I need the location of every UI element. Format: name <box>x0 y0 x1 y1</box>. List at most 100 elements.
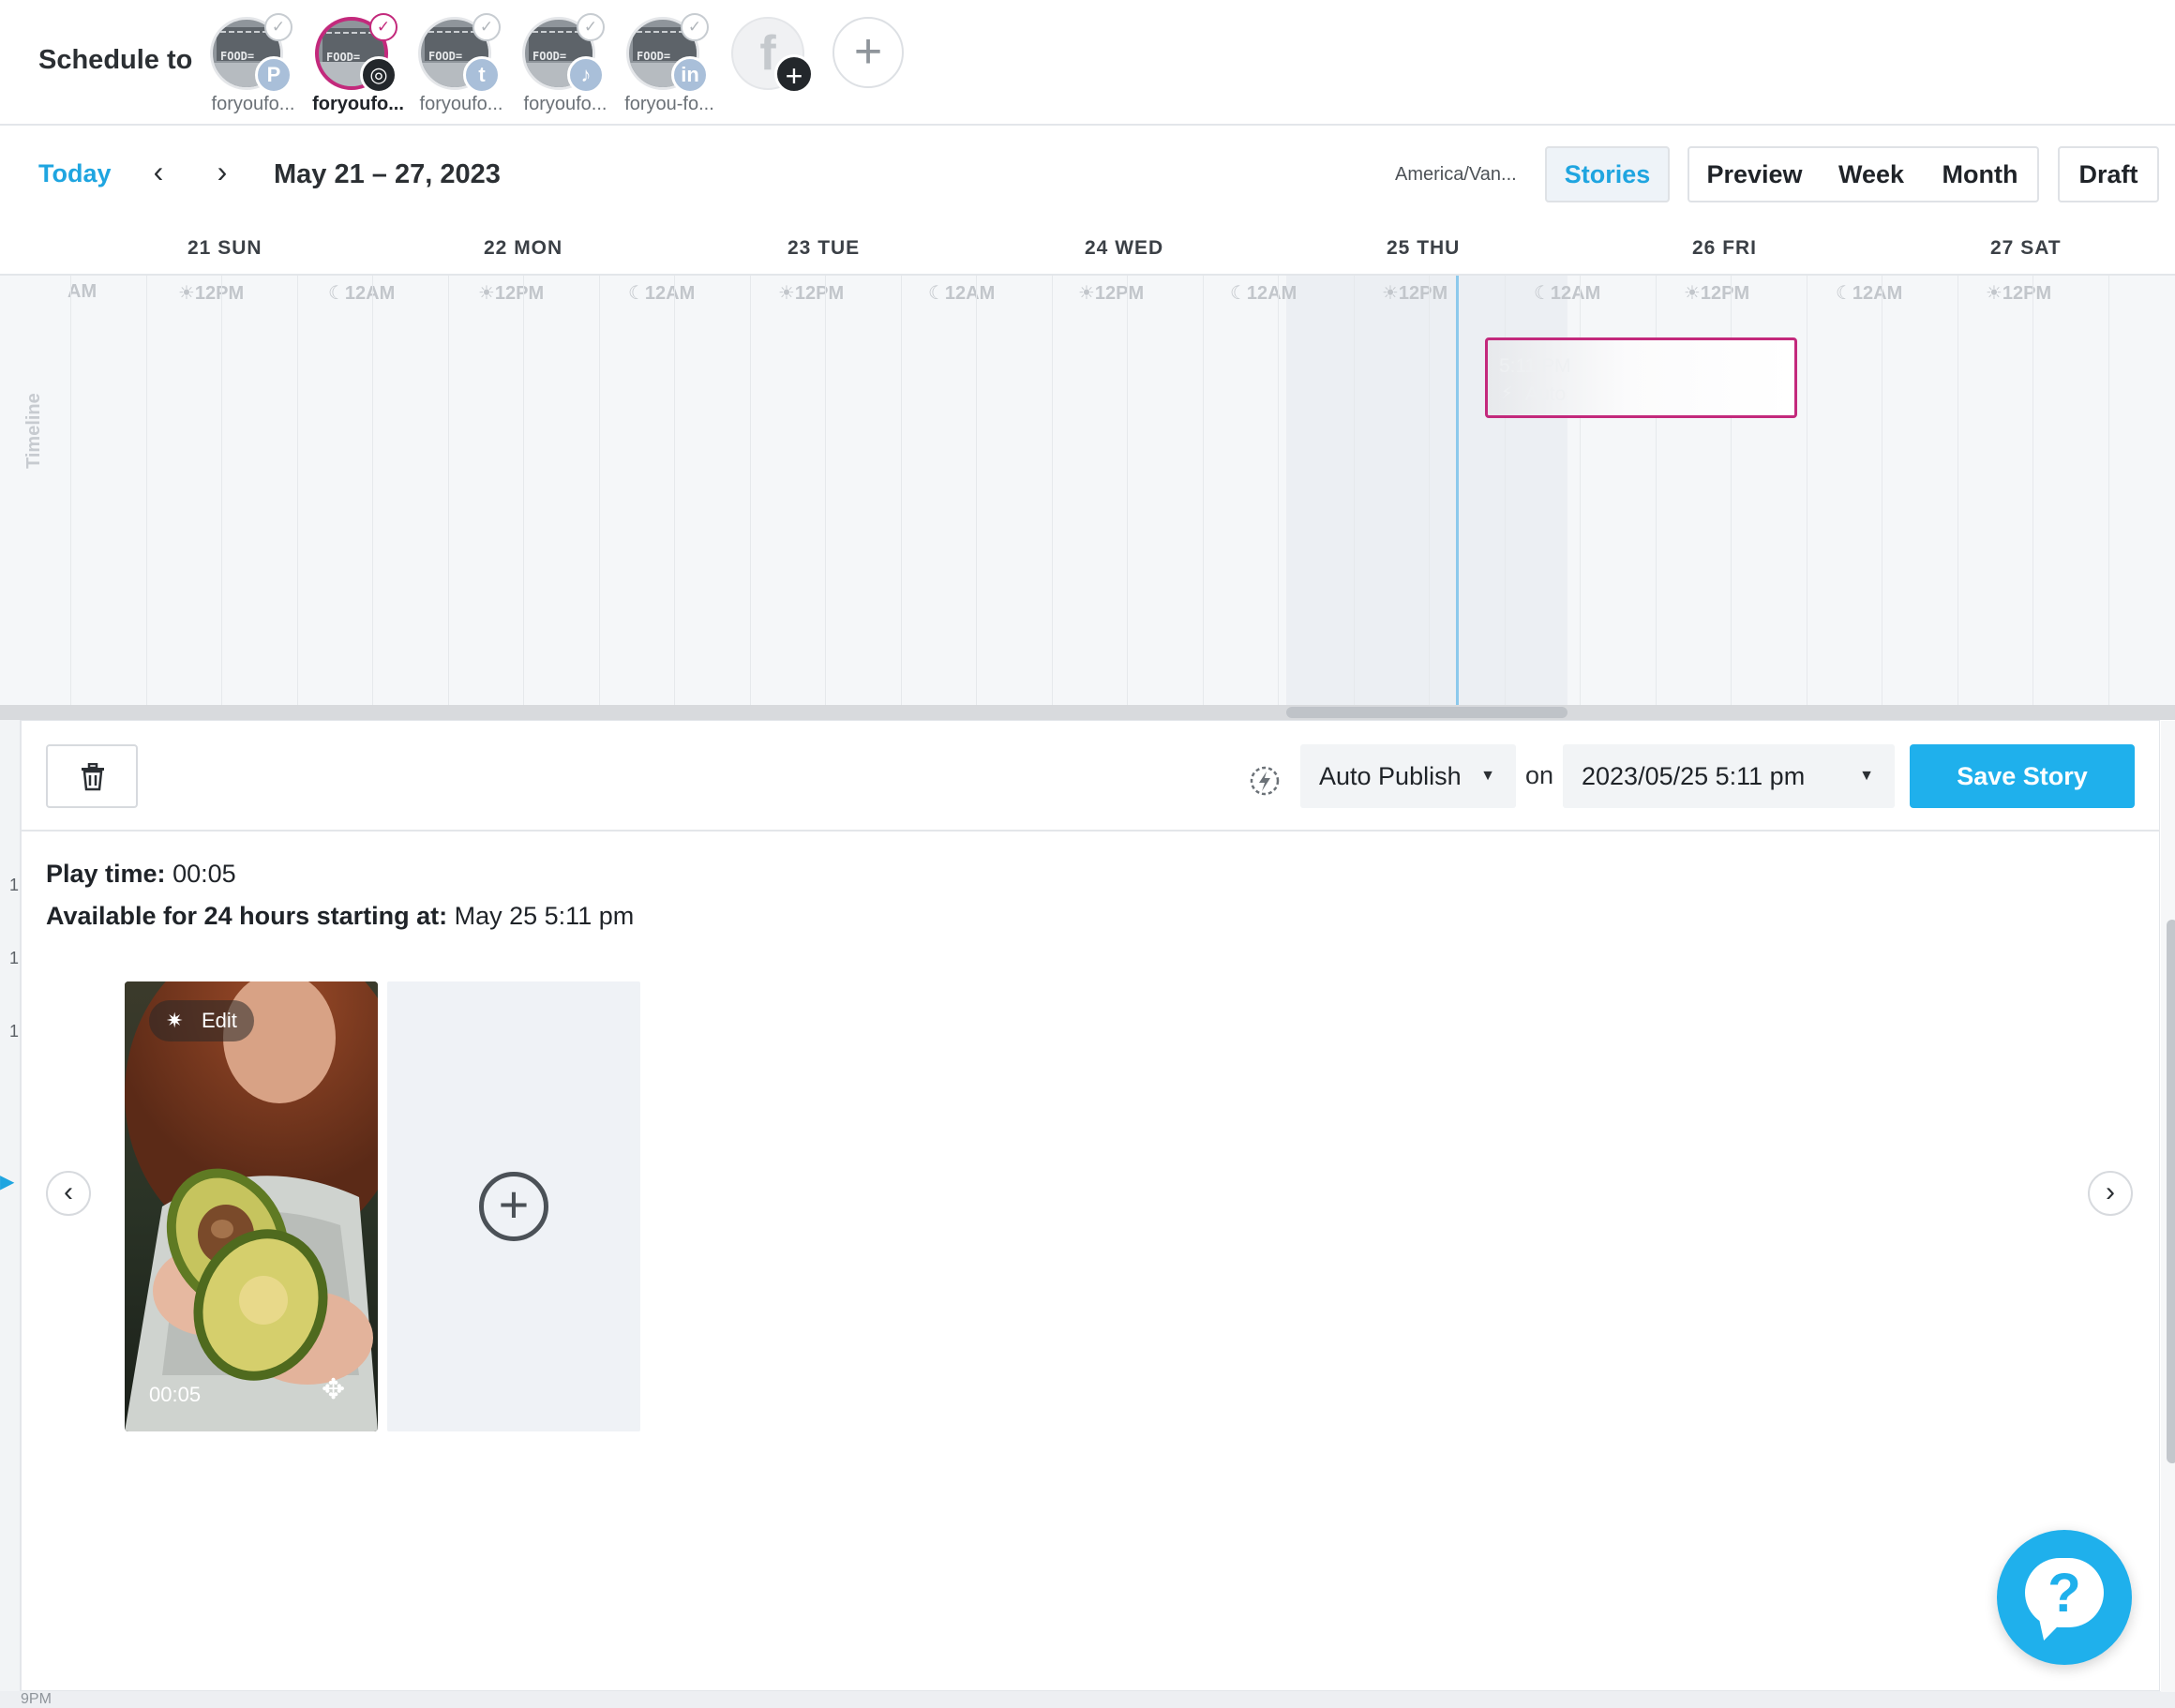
timezone-selector[interactable]: America/Van... <box>1395 164 1517 186</box>
tiktok-icon: ♪ <box>567 56 605 94</box>
play-time-value: 00:05 <box>172 860 236 888</box>
availability-value: May 25 5:11 pm <box>454 902 635 930</box>
availability-label: Available for 24 hours starting at: <box>46 902 448 930</box>
preview-view-button[interactable]: Preview <box>1688 146 1822 202</box>
story-event[interactable]: 5:11 PM ⚡ Auto <box>1485 337 1797 418</box>
account-item[interactable]: FOOD= ✓ ♪ foryoufo... <box>509 13 622 118</box>
account-name: foryoufo... <box>419 94 503 114</box>
grid-line <box>70 276 71 705</box>
instagram-icon: ◎ <box>360 56 398 94</box>
account-item[interactable]: FOOD= ✓ in foryou-fo... <box>613 13 726 118</box>
grid-line <box>2108 276 2109 705</box>
grid-line <box>1127 276 1128 705</box>
draft-button[interactable]: Draft <box>2058 146 2159 202</box>
account-item[interactable]: FOOD= ✓ t foryoufo... <box>405 13 518 118</box>
grid-line <box>1807 276 1808 705</box>
hour-label: ☾12AM <box>628 283 696 304</box>
check-icon: ✓ <box>264 13 292 41</box>
hour-label: ☾12AM <box>1230 283 1298 304</box>
grid-line <box>1052 276 1053 705</box>
month-view-button[interactable]: Month <box>1923 146 2039 202</box>
hour-label: ☾12AM <box>928 283 996 304</box>
caret-down-icon: ▼ <box>1859 768 1874 784</box>
add-circle-icon: + <box>479 1172 548 1241</box>
day-header: 22 MON <box>484 237 563 259</box>
carousel-prev-button[interactable]: ‹ <box>46 1171 91 1216</box>
publish-datetime-select[interactable]: 2023/05/25 5:11 pm ▼ <box>1563 744 1895 808</box>
linkedin-icon: in <box>671 56 709 94</box>
week-view-button[interactable]: Week <box>1820 146 1925 202</box>
grid-line <box>448 276 449 705</box>
twitter-icon: t <box>463 56 501 94</box>
account-item[interactable]: FOOD= ✓ ◎ foryoufo... <box>302 13 414 118</box>
account-name: foryoufo... <box>523 94 608 114</box>
previous-week-button[interactable]: ‹ <box>144 156 172 189</box>
auto-publish-icon <box>1250 766 1280 796</box>
grid-line <box>674 276 675 705</box>
grid-line <box>825 276 826 705</box>
account-item[interactable]: FOOD= ✓ Pforyoufo... <box>197 13 309 118</box>
scroll-thumb[interactable] <box>2167 920 2175 1463</box>
check-icon: ✓ <box>472 13 501 41</box>
timeline-scrollbar[interactable] <box>0 705 2175 720</box>
check-icon: ✓ <box>577 13 605 41</box>
grid-line <box>750 276 751 705</box>
panel-scrollbar[interactable] <box>2161 721 2175 1692</box>
timeline-label: Timeline <box>23 393 44 469</box>
help-chat-button[interactable]: ? <box>1997 1530 2132 1665</box>
grid-line <box>1429 276 1430 705</box>
today-button[interactable]: Today <box>38 159 112 188</box>
account-name: foryou-fo... <box>624 94 714 114</box>
gutter-time: 9PM <box>21 1691 52 1707</box>
caret-down-icon: ▼ <box>1480 768 1495 784</box>
publish-mode-value: Auto Publish <box>1319 762 1462 790</box>
marker-icon: ▶ <box>0 1172 15 1192</box>
grid-line <box>599 276 600 705</box>
avocado-photo <box>125 981 378 1431</box>
publish-mode-select[interactable]: Auto Publish ▼ <box>1300 744 1516 808</box>
check-icon: ✓ <box>681 13 709 41</box>
pinterest-icon: P <box>255 56 292 94</box>
save-story-button[interactable]: Save Story <box>1910 744 2135 808</box>
account-name: foryoufo... <box>211 94 295 114</box>
edit-media-button[interactable]: ✷ Edit <box>149 1000 254 1041</box>
hour-label: ☾12AM <box>1836 283 1903 304</box>
grid-line <box>1278 276 1279 705</box>
avatar-text: FOOD= <box>637 50 671 63</box>
hour-label: AM <box>68 281 98 302</box>
story-media-card[interactable]: ✷ Edit 00:05 ✥ <box>125 981 378 1431</box>
hour-label: ☀12PM <box>178 283 245 304</box>
day-header: 21 SUN <box>188 237 262 259</box>
hour-label: ☀12PM <box>1078 283 1145 304</box>
add-account-button[interactable]: + <box>832 17 904 88</box>
carousel-next-button[interactable]: › <box>2088 1171 2133 1216</box>
trash-icon <box>82 763 104 791</box>
question-mark-icon: ? <box>2048 1563 2081 1624</box>
hour-label: ☀12PM <box>1382 283 1448 304</box>
grid-line <box>523 276 524 705</box>
add-media-slot[interactable]: + <box>387 981 640 1431</box>
avatar-text: FOOD= <box>220 50 255 63</box>
next-week-button[interactable]: › <box>208 156 236 189</box>
hour-label: ☀12PM <box>778 283 845 304</box>
day-header: 24 WED <box>1085 237 1164 259</box>
hour-label: ☀12PM <box>1986 283 2052 304</box>
plus-icon: + <box>774 54 814 94</box>
date-range: May 21 – 27, 2023 <box>274 159 501 189</box>
add-facebook-account-button[interactable]: f + <box>731 17 814 94</box>
current-time-line <box>1456 276 1459 705</box>
timeline[interactable]: AM ☀12PM ☾12AM ☀12PM ☾12AM ☀12PM ☾12AM ☀12PM ☾12… <box>0 274 2175 705</box>
scroll-thumb[interactable] <box>1286 707 1568 718</box>
check-icon: ✓ <box>369 13 398 41</box>
background-footer: 9PM <box>0 1691 2175 1708</box>
hour-label: ☀12PM <box>1684 283 1750 304</box>
grid-line <box>976 276 977 705</box>
event-status: Auto <box>1525 383 1567 405</box>
schedule-bar: Schedule to FOOD= ✓ Pforyoufo... FOOD= ✓ ◎ for… <box>0 0 2175 126</box>
delete-story-button[interactable] <box>46 744 138 808</box>
day-header: 23 TUE <box>788 237 861 259</box>
event-time: 5:11 PM <box>1499 355 1571 377</box>
publish-datetime-value: 2023/05/25 5:11 pm <box>1582 762 1806 790</box>
move-icon[interactable]: ✥ <box>322 1373 345 1406</box>
stories-view-button[interactable]: Stories <box>1545 146 1670 202</box>
